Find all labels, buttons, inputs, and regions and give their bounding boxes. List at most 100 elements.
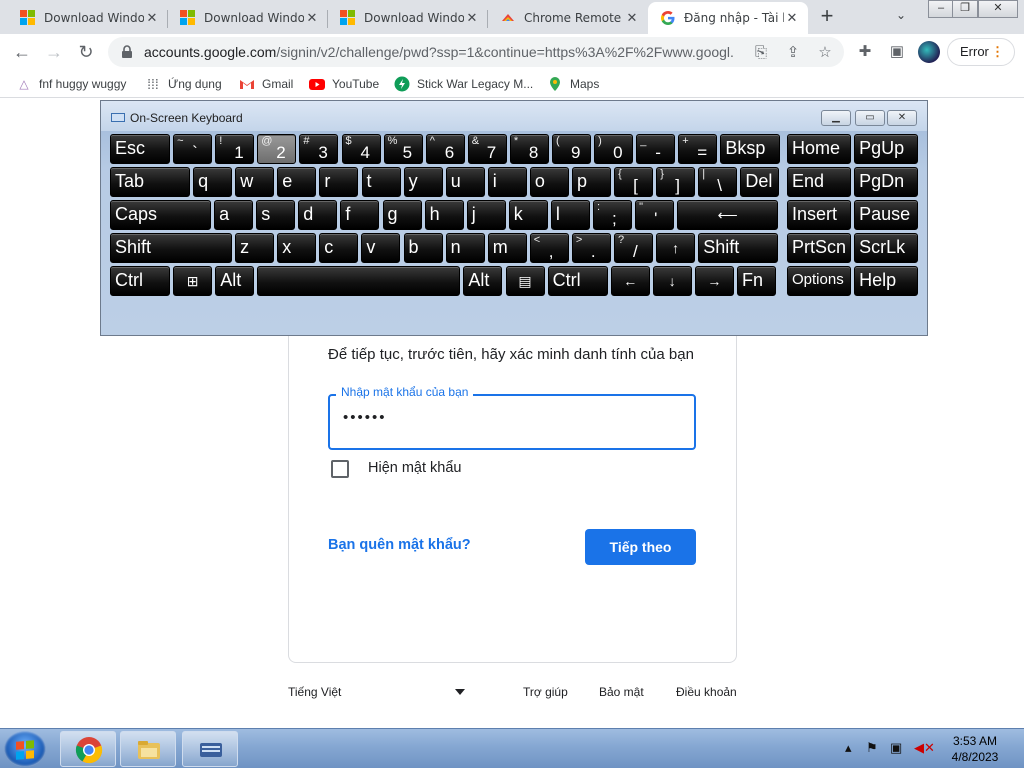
- key-t[interactable]: t: [361, 167, 401, 197]
- key-n[interactable]: n: [445, 233, 485, 263]
- key-options[interactable]: Options: [787, 266, 851, 296]
- forgot-password-link[interactable]: Bạn quên mật khẩu?: [328, 537, 471, 553]
- key-pause[interactable]: Pause: [854, 200, 919, 230]
- tab-search-chevron-icon[interactable]: ⌄: [896, 8, 906, 22]
- key-7[interactable]: & 7: [467, 134, 507, 164]
- key-c[interactable]: c: [319, 233, 359, 263]
- taskbar-on-screen-keyboard[interactable]: [182, 731, 238, 767]
- show-hidden-icons-icon[interactable]: ▴: [845, 740, 852, 756]
- key-pgup[interactable]: PgUp: [854, 134, 919, 164]
- key-z[interactable]: z: [235, 233, 275, 263]
- key-k[interactable]: k: [508, 200, 548, 230]
- bookmark-star-icon[interactable]: ☆: [816, 44, 834, 62]
- extensions-puzzle-icon[interactable]: ✚: [856, 43, 874, 61]
- start-button[interactable]: [4, 731, 46, 767]
- key-symbol[interactable]: + =: [678, 134, 718, 164]
- bookmark-fnf[interactable]: △ fnf huggy wuggy: [16, 76, 126, 92]
- key-8[interactable]: * 8: [509, 134, 549, 164]
- reload-icon[interactable]: ↻: [74, 40, 98, 64]
- key-v[interactable]: v: [361, 233, 401, 263]
- terms-link[interactable]: Điều khoản: [676, 685, 737, 699]
- translate-icon[interactable]: ⎘: [752, 44, 770, 62]
- key-9[interactable]: (9: [552, 134, 591, 164]
- key-2[interactable]: @2: [257, 134, 297, 164]
- key-4[interactable]: $4: [341, 134, 381, 164]
- key-6[interactable]: ^ 6: [425, 134, 465, 164]
- key-symbol[interactable]: <,: [529, 233, 569, 263]
- key-symbol[interactable]: {[: [614, 167, 654, 197]
- system-clock[interactable]: 3:53 AM 4/8/2023: [940, 733, 1010, 765]
- key-symbol[interactable]: ? /: [614, 233, 653, 263]
- tab-google-signin[interactable]: Đăng nhập - Tài k ✕: [648, 2, 808, 34]
- key-end[interactable]: End: [787, 167, 851, 197]
- back-arrow-icon[interactable]: ←: [10, 40, 34, 64]
- key-symbol[interactable]: ▤: [505, 266, 545, 296]
- forward-arrow-icon[interactable]: →: [42, 40, 66, 64]
- tab-download-windows-2[interactable]: Download Windo ✕: [168, 2, 328, 34]
- profile-avatar[interactable]: [918, 41, 940, 63]
- osk-close-button[interactable]: ✕: [887, 110, 917, 126]
- key-0[interactable]: ) 0: [594, 134, 634, 164]
- key-alt[interactable]: Alt: [463, 266, 503, 296]
- maximize-button[interactable]: ❐: [952, 0, 978, 18]
- key-d[interactable]: d: [298, 200, 338, 230]
- key-insert[interactable]: Insert: [787, 200, 851, 230]
- key-symbol[interactable]: " ': [635, 200, 675, 230]
- key-symbol[interactable]: | \: [698, 167, 738, 197]
- key-j[interactable]: j: [466, 200, 506, 230]
- key-b[interactable]: b: [403, 233, 443, 263]
- key-r[interactable]: r: [319, 167, 359, 197]
- key-symbol[interactable]: }]: [656, 167, 696, 197]
- key-home[interactable]: Home: [787, 134, 851, 164]
- key-symbol[interactable]: ⊞: [173, 266, 213, 296]
- key-y[interactable]: y: [403, 167, 443, 197]
- key-symbol[interactable]: >.: [571, 233, 611, 263]
- key-g[interactable]: g: [382, 200, 422, 230]
- key-space[interactable]: [257, 266, 461, 296]
- key-w[interactable]: w: [235, 167, 275, 197]
- key-m[interactable]: m: [487, 233, 527, 263]
- key-i[interactable]: i: [487, 167, 527, 197]
- error-button[interactable]: Error ⋮: [947, 38, 1015, 66]
- key-tab[interactable]: Tab: [110, 167, 190, 197]
- key-alt[interactable]: Alt: [215, 266, 255, 296]
- key-symbol[interactable]: _ -: [636, 134, 676, 164]
- key-f[interactable]: f: [340, 200, 380, 230]
- volume-muted-icon[interactable]: ◀✕: [914, 740, 935, 756]
- key-caps[interactable]: Caps: [110, 200, 211, 230]
- bookmark-stick-war[interactable]: Stick War Legacy M...: [394, 76, 533, 92]
- next-button[interactable]: Tiếp theo: [585, 529, 696, 565]
- privacy-link[interactable]: Bảo mật: [599, 685, 644, 699]
- key-symbol[interactable]: ⟵: [677, 200, 779, 230]
- key-symbol[interactable]: ←: [610, 266, 650, 296]
- new-tab-button[interactable]: +: [816, 5, 838, 28]
- bookmark-maps[interactable]: Maps: [547, 76, 599, 92]
- bookmark-youtube[interactable]: YouTube: [309, 76, 379, 92]
- key-symbol[interactable]: :;: [593, 200, 632, 230]
- key-1[interactable]: ! 1: [215, 134, 255, 164]
- key-5[interactable]: % 5: [383, 134, 423, 164]
- close-icon[interactable]: ✕: [624, 10, 640, 26]
- chevron-down-icon[interactable]: [455, 689, 465, 695]
- close-window-button[interactable]: ✕: [978, 0, 1018, 18]
- key-l[interactable]: l: [550, 200, 590, 230]
- tab-chrome-remote-desktop[interactable]: Chrome Remote D ✕: [488, 2, 648, 34]
- key-help[interactable]: Help: [854, 266, 919, 296]
- key-bksp[interactable]: Bksp: [720, 134, 781, 164]
- key-o[interactable]: o: [529, 167, 569, 197]
- address-bar[interactable]: accounts.google.com/signin/v2/challenge/…: [108, 37, 844, 67]
- key-3[interactable]: #3: [299, 134, 339, 164]
- osk-maximize-button[interactable]: ▭: [855, 110, 885, 126]
- key-fn[interactable]: Fn: [737, 266, 776, 296]
- taskbar-file-explorer[interactable]: [120, 731, 176, 767]
- key-shift[interactable]: Shift: [110, 233, 232, 263]
- taskbar-chrome[interactable]: [60, 731, 116, 767]
- show-password-checkbox[interactable]: [331, 460, 349, 478]
- key-u[interactable]: u: [445, 167, 485, 197]
- key-symbol[interactable]: →: [694, 266, 734, 296]
- key-scrlk[interactable]: ScrLk: [854, 233, 919, 263]
- osk-minimize-button[interactable]: ▁: [821, 110, 851, 126]
- key-e[interactable]: e: [277, 167, 317, 197]
- key-esc[interactable]: Esc: [110, 134, 170, 164]
- key-ctrl[interactable]: Ctrl: [547, 266, 608, 296]
